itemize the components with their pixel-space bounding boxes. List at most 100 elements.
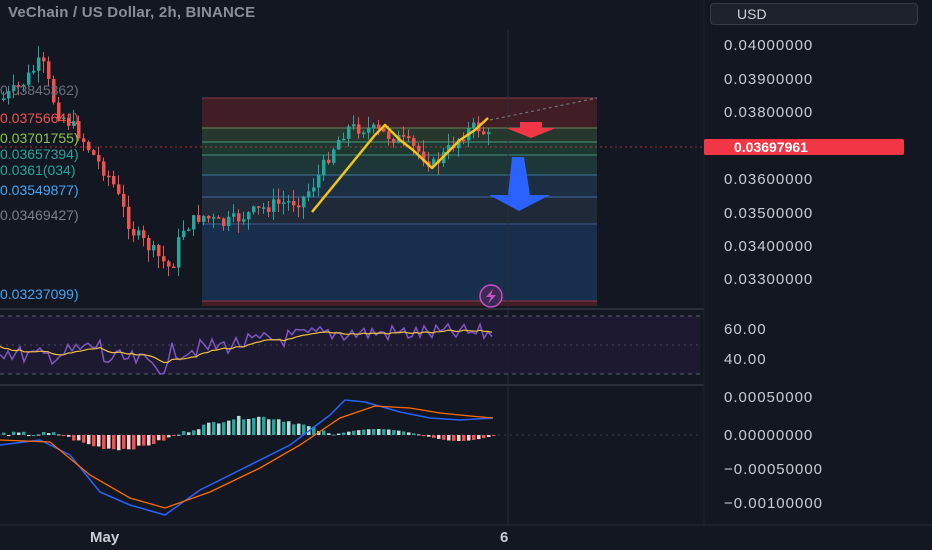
macd-histogram-bar [172, 435, 176, 436]
macd-histogram-bar [487, 435, 491, 437]
candle-body [357, 124, 361, 134]
symbol-title[interactable]: VeChain / US Dollar, 2h, BINANCE [8, 4, 255, 21]
candle-body [207, 215, 211, 219]
candle-body [227, 216, 231, 226]
macd-histogram-bar [207, 422, 211, 435]
macd-histogram-bar [42, 431, 46, 435]
current-price-tag: 0.03697961 [704, 139, 904, 155]
macd-histogram-bar [122, 435, 126, 449]
price-axis-label: 0.03400000 [724, 238, 814, 255]
macd-histogram-bar [267, 419, 271, 435]
macd-histogram-bar [382, 429, 386, 435]
macd-histogram-bar [22, 431, 26, 435]
candle-body [367, 127, 371, 133]
macd-histogram-bar [97, 435, 101, 447]
macd-histogram-bar [417, 434, 421, 436]
price-axis-label: 0.03300000 [724, 271, 814, 288]
macd-histogram-bar [27, 435, 31, 436]
currency-button[interactable]: USD [710, 3, 918, 25]
macd-histogram-bar [92, 435, 96, 447]
candle-body [167, 261, 171, 267]
macd-histogram-bar [457, 435, 461, 441]
candle-body [92, 150, 96, 155]
candle-body [487, 132, 491, 135]
macd-histogram-bar [442, 435, 446, 440]
macd-histogram-bar [237, 415, 241, 435]
candle-body [392, 139, 396, 143]
macd-histogram-bar [177, 434, 181, 436]
time-axis-label: 6 [500, 529, 509, 546]
macd-histogram-bar [422, 435, 426, 436]
macd-axis-label: 0.00050000 [724, 389, 814, 406]
candle-body [82, 138, 86, 142]
macd-histogram-bar [257, 416, 261, 435]
candle-body [137, 230, 141, 236]
macd-histogram-bar [197, 429, 201, 435]
lightning-icon[interactable] [479, 284, 503, 308]
macd-histogram-bar [472, 435, 476, 440]
macd-histogram-bar [367, 429, 371, 435]
macd-histogram-bar [482, 435, 486, 439]
macd-histogram-bar [297, 423, 301, 435]
price-axis-label: 0.03800000 [724, 104, 814, 121]
macd-histogram-bar [327, 433, 331, 435]
macd-histogram-bar [412, 433, 416, 435]
macd-histogram-bar [222, 422, 226, 435]
macd-histogram-bar [87, 435, 91, 445]
candle-body [267, 207, 271, 212]
fib-level-label: 0.03657394) [0, 146, 79, 162]
macd-histogram-bar [242, 419, 246, 435]
candle-body [297, 205, 301, 208]
candle-body [292, 200, 296, 206]
macd-histogram-bar [332, 434, 336, 436]
candle-body [317, 175, 321, 188]
price-axis-label: 0.03500000 [724, 205, 814, 222]
macd-histogram-bar [247, 419, 251, 435]
macd-histogram-bar [67, 435, 71, 437]
candle-body [177, 237, 181, 268]
candle-body [112, 175, 116, 185]
candle-body [87, 141, 91, 151]
macd-histogram-bar [37, 434, 41, 436]
candle-body [247, 212, 251, 220]
macd-axis-label: −0.00050000 [724, 461, 824, 478]
macd-histogram-bar [467, 435, 471, 441]
macd-histogram-bar [477, 435, 481, 440]
candle-body [212, 217, 216, 219]
candle-body [312, 187, 316, 192]
macd-histogram-bar [352, 430, 356, 435]
macd-histogram-bar [437, 435, 441, 439]
macd-histogram-bar [357, 430, 361, 435]
macd-histogram-bar [232, 419, 236, 435]
candle-body [462, 139, 466, 142]
macd-histogram-bar [217, 423, 221, 435]
candle-body [32, 70, 36, 73]
macd-histogram-bar [462, 435, 466, 441]
candle-body [147, 238, 151, 251]
macd-histogram-bar [157, 435, 161, 441]
macd-axis-label: 0.00000000 [724, 427, 814, 444]
candle-body [277, 199, 281, 204]
macd-histogram-bar [187, 432, 191, 435]
macd-histogram-bar [342, 432, 346, 435]
candle-body [2, 98, 6, 100]
macd-histogram-bar [147, 435, 151, 446]
macd-histogram-bar [107, 435, 111, 449]
rsi-axis-label: 40.00 [724, 351, 767, 368]
macd-histogram-bar [427, 435, 431, 437]
time-axis-label: May [90, 529, 120, 546]
candle-body [257, 206, 261, 208]
candle-body [472, 122, 476, 129]
macd-histogram [2, 415, 496, 451]
macd-histogram-bar [372, 429, 376, 435]
macd-histogram-bar [7, 435, 11, 437]
macd-histogram-bar [447, 435, 451, 441]
candle-body [322, 159, 326, 176]
candle-body [37, 57, 41, 71]
candle-body [157, 245, 161, 257]
candle-body [377, 124, 381, 129]
macd-histogram-bar [362, 429, 366, 435]
candle-body [332, 149, 336, 163]
candle-body [362, 132, 366, 135]
fib-level-label: 0.03549877) [0, 182, 79, 198]
